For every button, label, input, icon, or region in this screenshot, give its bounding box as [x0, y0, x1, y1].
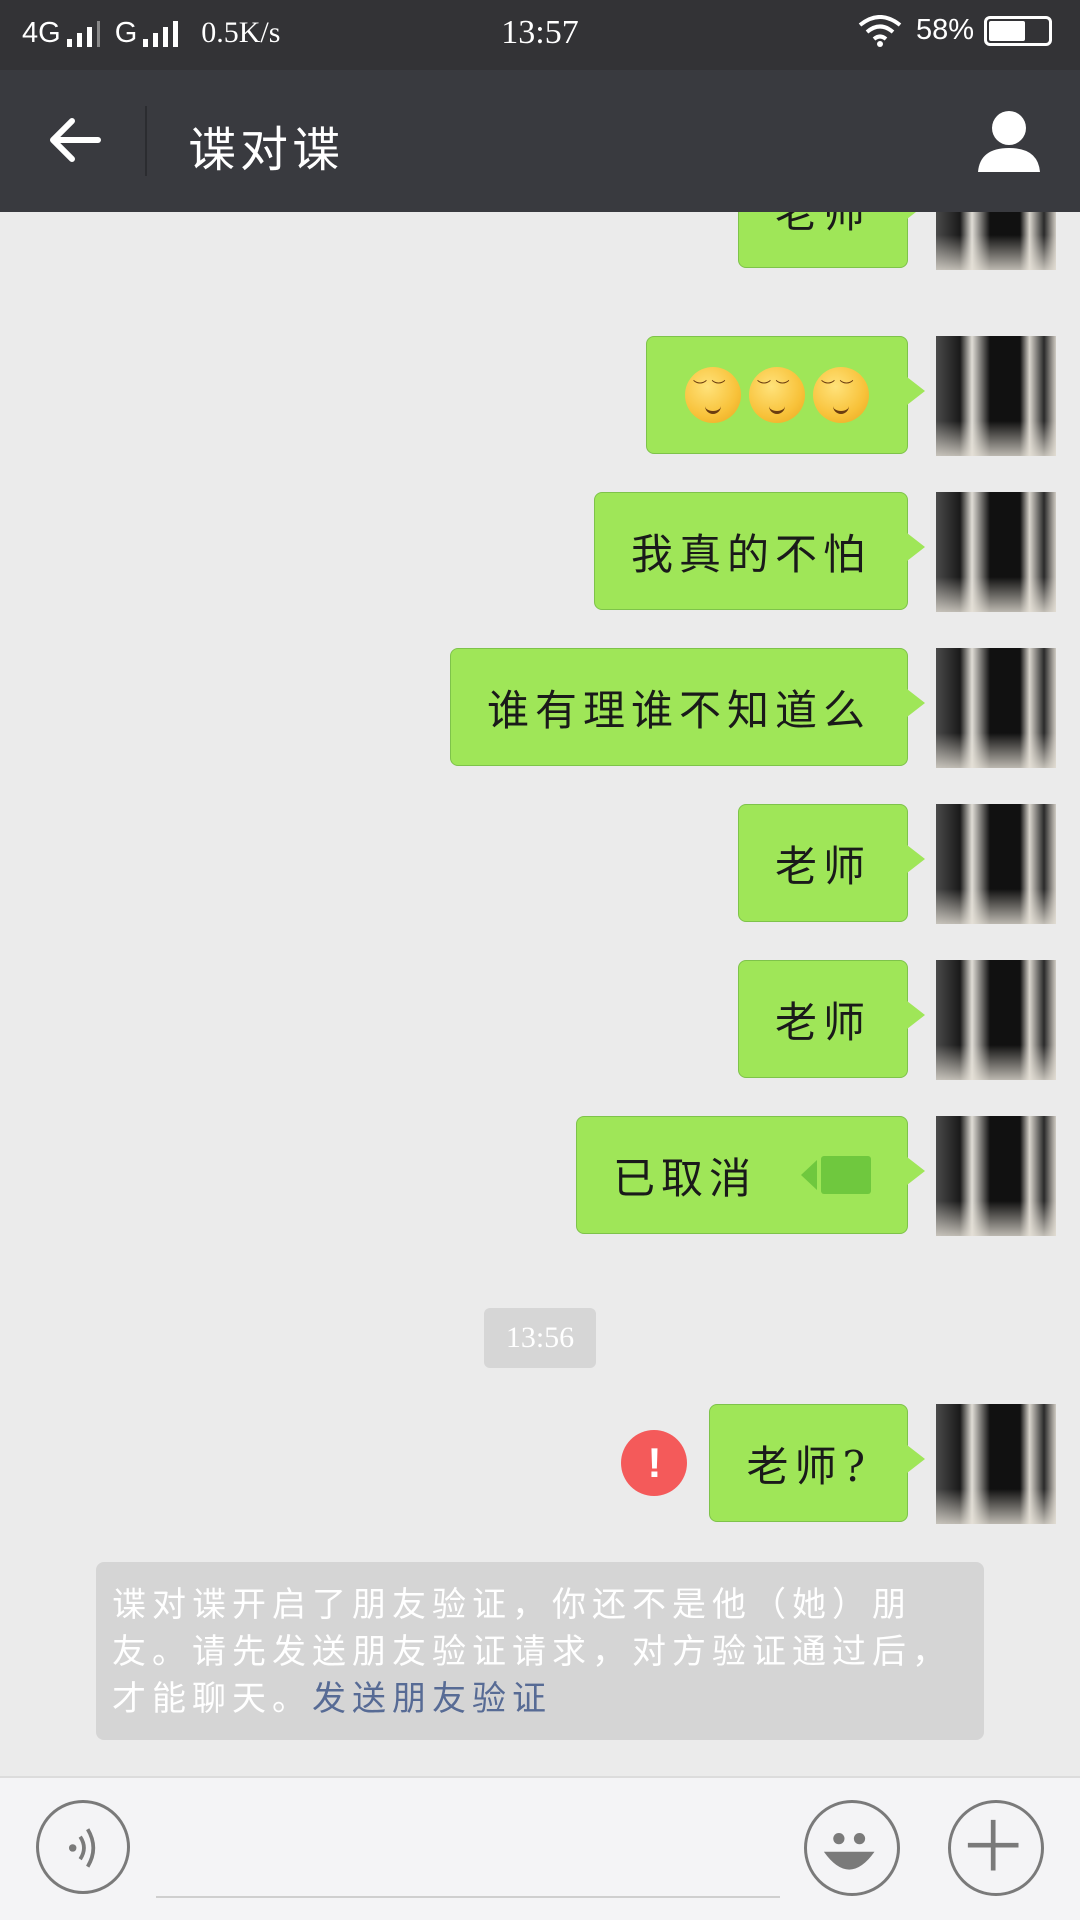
avatar[interactable]: [936, 212, 1056, 270]
header-divider: [145, 106, 147, 176]
relieved-face-icon: [749, 367, 805, 423]
friend-verification-notice: 谍对谍开启了朋友验证，你还不是他（她）朋友。请先发送朋友验证请求，对方验证通过后…: [96, 1562, 984, 1740]
message-row: 老师: [737, 804, 1056, 924]
status-right: 58%: [858, 14, 1052, 47]
battery-percent: 58%: [915, 14, 974, 46]
message-text: 老师: [774, 212, 871, 237]
message-row: 我真的不怕: [593, 492, 1056, 612]
message-row: 已取消: [575, 1116, 1056, 1236]
message-text: 老师?: [746, 1441, 871, 1491]
emoji-button[interactable]: [804, 1800, 900, 1896]
message-bubble[interactable]: 已取消: [575, 1116, 926, 1234]
message-bubble[interactable]: 老师: [737, 804, 926, 922]
chat-title: 谍对谍: [188, 122, 345, 178]
relieved-face-icon: [685, 367, 741, 423]
send-failed-icon[interactable]: !: [621, 1430, 688, 1496]
video-call-icon: [801, 1154, 871, 1196]
relieved-face-icon: [813, 367, 869, 423]
input-bar: [0, 1776, 1080, 1920]
avatar[interactable]: [936, 804, 1056, 924]
back-arrow-icon[interactable]: [44, 110, 104, 170]
message-row: 谁有理谁不知道么: [449, 648, 1056, 768]
avatar[interactable]: [936, 1404, 1056, 1524]
emoji-icon: [823, 1833, 875, 1870]
message-bubble[interactable]: 老师: [737, 960, 926, 1078]
message-bubble[interactable]: [646, 336, 925, 454]
message-row: 老师: [737, 960, 1056, 1080]
message-row: 老师: [737, 212, 1056, 270]
more-button[interactable]: [948, 1800, 1044, 1896]
message-text: 谁有理谁不知道么: [486, 685, 871, 735]
avatar[interactable]: [936, 960, 1056, 1080]
message-bubble[interactable]: 我真的不怕: [593, 492, 926, 610]
message-text: 我真的不怕: [630, 529, 871, 579]
message-text: 老师: [774, 841, 871, 891]
message-input[interactable]: [156, 1896, 780, 1898]
avatar[interactable]: [936, 1116, 1056, 1236]
wifi-icon: [858, 14, 902, 47]
message-row: [646, 336, 1056, 456]
status-bar: 4G G 0.5K/s 13:57 58%: [0, 0, 1080, 70]
send-verification-link[interactable]: 发送朋友验证: [312, 1679, 552, 1719]
avatar[interactable]: [936, 648, 1056, 768]
message-row: ! 老师?: [621, 1404, 1056, 1524]
avatar[interactable]: [936, 492, 1056, 612]
voice-icon: [68, 1828, 96, 1868]
message-text: 已取消: [612, 1153, 757, 1203]
message-bubble[interactable]: 谁有理谁不知道么: [449, 648, 926, 766]
avatar[interactable]: [936, 336, 1056, 456]
voice-button[interactable]: [36, 1800, 130, 1894]
message-text: 老师: [774, 997, 871, 1047]
chat-header: 谍对谍: [0, 70, 1080, 212]
message-timestamp: 13:56: [484, 1308, 596, 1368]
profile-icon[interactable]: [974, 106, 1044, 176]
message-bubble[interactable]: 老师: [737, 212, 926, 268]
battery-icon: [984, 15, 1052, 46]
plus-icon: [967, 1819, 1019, 1871]
message-bubble[interactable]: 老师?: [709, 1404, 925, 1522]
chat-area[interactable]: 老师 我真的不怕 谁有理谁不知道么 老师 老师 已取消 13:56 !: [0, 212, 1080, 1776]
